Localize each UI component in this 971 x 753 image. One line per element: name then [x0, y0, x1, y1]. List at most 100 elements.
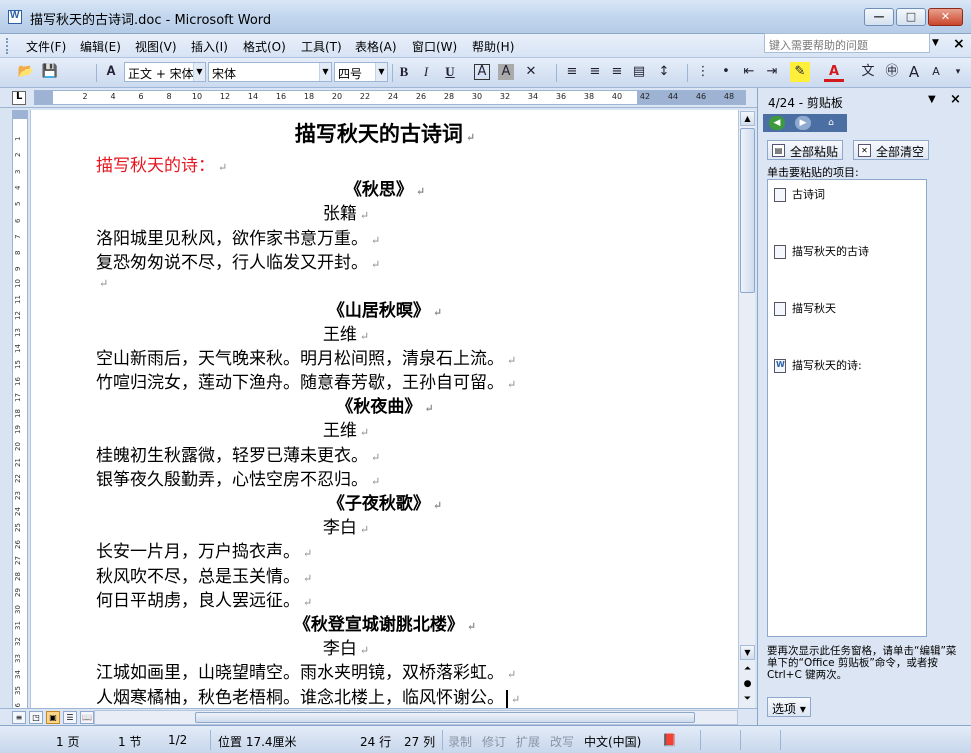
character-shading-button[interactable]: A: [498, 64, 514, 80]
clipboard-item[interactable]: 描写秋天的古诗: [774, 243, 869, 259]
vertical-scrollbar[interactable]: ▲ ▼ ⏶ ● ⏷: [738, 110, 755, 710]
menu-format[interactable]: 格式(O): [239, 37, 290, 56]
highlight-icon[interactable]: ✎: [790, 62, 810, 82]
document-line[interactable]: 李白 ↵: [31, 513, 661, 538]
save-icon[interactable]: 💾: [40, 62, 60, 82]
document-line[interactable]: 王维 ↵: [31, 416, 661, 441]
document-line[interactable]: 何日平胡虏，良人罢远征。 ↵: [96, 586, 312, 611]
style-dropdown[interactable]: 正文 + 宋体 ▼: [124, 62, 206, 82]
select-browse-object-icon[interactable]: ●: [740, 677, 755, 692]
clipboard-item[interactable]: 描写秋天的诗:: [774, 357, 862, 373]
shrink-font-button[interactable]: A: [926, 62, 946, 82]
vertical-scroll-thumb[interactable]: [740, 128, 755, 293]
horizontal-ruler[interactable]: 2 4 6 8 10 12 14 16 18 20 22 24 26 28 30 32 34 36 38 40 42 44…: [34, 90, 746, 105]
status-language[interactable]: 中文(中国): [584, 733, 641, 750]
forward-arrow-icon[interactable]: ▶: [795, 116, 811, 130]
menu-window[interactable]: 窗口(W): [408, 37, 461, 56]
close-document-icon[interactable]: ×: [953, 36, 965, 52]
clear-all-button[interactable]: ✕ 全部清空: [853, 140, 930, 160]
menu-table[interactable]: 表格(A): [351, 37, 401, 56]
italic-button[interactable]: I: [416, 62, 436, 82]
align-center-icon[interactable]: ≡: [585, 62, 605, 82]
document-line[interactable]: 银筝夜久殷勤弄，心怯空房不忍归。 ↵: [96, 465, 380, 490]
bullets-icon[interactable]: •: [716, 62, 736, 82]
underline-button[interactable]: U: [440, 62, 460, 82]
document-page[interactable]: 描写秋天的古诗词 ↵ 描写秋天的诗： ↵ 《秋思》 ↵ 张籍 ↵ 洛阳城里见秋风，欲作家书意万重…: [30, 110, 738, 710]
justify-icon[interactable]: ▤: [629, 62, 649, 82]
status-track-changes[interactable]: 修订: [482, 733, 506, 750]
document-line[interactable]: 《秋思》 ↵: [31, 175, 739, 200]
minimize-button[interactable]: —: [864, 8, 894, 26]
numbering-icon[interactable]: ⋮: [693, 62, 713, 82]
increase-indent-icon[interactable]: ⇥: [762, 62, 782, 82]
document-line[interactable]: 长安一片月，万户捣衣声。 ↵: [96, 537, 312, 562]
bold-button[interactable]: B: [394, 62, 414, 82]
menu-tools[interactable]: 工具(T): [297, 37, 346, 56]
task-pane-menu-icon[interactable]: ▼: [928, 94, 936, 105]
character-border-button[interactable]: A: [474, 64, 490, 80]
status-extend[interactable]: 扩展: [516, 733, 540, 750]
document-line[interactable]: 《秋登宣城谢朓北楼》 ↵: [31, 610, 739, 635]
scroll-down-arrow-icon[interactable]: ▼: [740, 645, 755, 660]
clipboard-item[interactable]: 古诗词: [774, 186, 825, 202]
document-line[interactable]: 李白 ↵: [31, 634, 661, 659]
vertical-ruler[interactable]: 1 2 3 4 5 6 7 8 9 10 11 12 13 14 15 16 17 18 19 20 21 22 23 24 2…: [12, 110, 28, 710]
tab-selector[interactable]: [12, 91, 26, 105]
print-layout-view-icon[interactable]: ▣: [46, 711, 60, 724]
back-arrow-icon[interactable]: ◀: [769, 116, 785, 130]
font-size-dropdown[interactable]: 四号 ▼: [334, 62, 388, 82]
document-line[interactable]: 竹喧归浣女，莲动下渔舟。随意春芳歇，王孙自可留。 ↵: [96, 368, 516, 393]
document-line[interactable]: 秋风吹不尽，总是玉关情。 ↵: [96, 562, 312, 587]
help-question-input[interactable]: 键入需要帮助的问题: [764, 33, 930, 53]
document-line[interactable]: 描写秋天的诗： ↵: [96, 151, 227, 176]
task-pane-close-icon[interactable]: ×: [950, 92, 961, 107]
menu-file[interactable]: 文件(F): [22, 37, 70, 56]
document-line[interactable]: ↵: [96, 272, 108, 292]
outline-view-icon[interactable]: ☰: [63, 711, 77, 724]
horizontal-scrollbar[interactable]: [94, 710, 738, 725]
status-overtype[interactable]: 改写: [550, 733, 574, 750]
close-window-button[interactable]: ✕: [928, 8, 963, 26]
font-color-button[interactable]: A: [824, 62, 844, 82]
document-line[interactable]: 王维 ↵: [31, 320, 661, 345]
decrease-indent-icon[interactable]: ⇤: [739, 62, 759, 82]
phonetic-guide-icon[interactable]: 文: [858, 62, 878, 82]
horizontal-scroll-thumb[interactable]: [195, 712, 695, 723]
menu-edit[interactable]: 编辑(E): [76, 37, 125, 56]
home-icon[interactable]: ⌂: [823, 116, 839, 130]
options-button[interactable]: 选项 ▾: [767, 697, 811, 717]
character-scaling-icon[interactable]: ✕: [521, 62, 541, 82]
next-page-icon[interactable]: ⏷: [740, 692, 755, 707]
clipboard-item[interactable]: 描写秋天: [774, 300, 836, 316]
scroll-up-arrow-icon[interactable]: ▲: [740, 111, 755, 126]
menu-view[interactable]: 视图(V): [131, 37, 181, 56]
document-line[interactable]: 江城如画里，山晓望晴空。雨水夹明镜，双桥落彩虹。 ↵: [96, 658, 516, 683]
normal-view-icon[interactable]: ≡: [12, 711, 26, 724]
menu-help[interactable]: 帮助(H): [468, 37, 518, 56]
font-dropdown[interactable]: 宋体 ▼: [208, 62, 332, 82]
document-line[interactable]: 《秋夜曲》 ↵: [31, 392, 739, 417]
previous-page-icon[interactable]: ⏶: [740, 662, 755, 677]
align-right-icon[interactable]: ≡: [607, 62, 627, 82]
help-dropdown-arrow[interactable]: ▼: [932, 38, 944, 50]
document-line[interactable]: 空山新雨后，天气晚来秋。明月松间照，清泉石上流。 ↵: [96, 344, 516, 369]
grow-font-button[interactable]: A: [904, 62, 924, 82]
toolbar-options-icon[interactable]: ▾: [948, 62, 968, 82]
menu-insert[interactable]: 插入(I): [187, 37, 232, 56]
document-line[interactable]: 复恐匆匆说不尽，行人临发又开封。 ↵: [96, 248, 380, 273]
line-spacing-icon[interactable]: ↕: [654, 62, 674, 82]
spelling-grammar-status-icon[interactable]: 📕: [662, 733, 677, 747]
document-line[interactable]: 张籍 ↵: [31, 199, 661, 224]
open-folder-icon[interactable]: 📂: [16, 62, 36, 82]
document-line[interactable]: 描写秋天的古诗词 ↵: [31, 118, 739, 148]
document-line[interactable]: 桂魄初生秋露微，轻罗已薄未更衣。 ↵: [96, 441, 380, 466]
reading-layout-icon[interactable]: 📖: [80, 711, 94, 724]
document-line[interactable]: 洛阳城里见秋风，欲作家书意万重。 ↵: [96, 224, 380, 249]
document-line[interactable]: 《山居秋暝》 ↵: [31, 296, 739, 321]
align-left-icon[interactable]: ≡: [562, 62, 582, 82]
status-record[interactable]: 录制: [448, 733, 472, 750]
menu-grip[interactable]: [6, 38, 9, 54]
styles-formatting-icon[interactable]: 𝐀: [101, 62, 121, 82]
document-line[interactable]: 人烟寒橘柚，秋色老梧桐。谁念北楼上，临风怀谢公。 ↵: [96, 683, 520, 708]
maximize-button[interactable]: □: [896, 8, 926, 26]
